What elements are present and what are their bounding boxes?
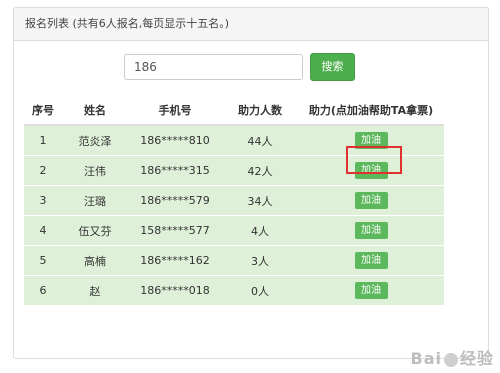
table-row: 1 范炎泽 186*****810 44人 加油: [24, 124, 444, 156]
row-phone: 186*****810: [128, 124, 222, 156]
row-phone: 186*****162: [128, 245, 222, 276]
search-row: 搜索: [14, 52, 488, 82]
row-boost-count: 34人: [222, 185, 298, 216]
row-boost-count: 3人: [222, 245, 298, 276]
row-name: 赵: [62, 275, 128, 305]
row-phone: 158*****577: [128, 215, 222, 246]
row-action-cell: 加油: [298, 124, 444, 156]
table-row: 3 汪璐 186*****579 34人 加油: [24, 185, 444, 216]
paw-icon: [443, 352, 458, 367]
row-index: 4: [24, 215, 62, 246]
boost-button[interactable]: 加油: [354, 222, 388, 239]
boost-button[interactable]: 加油: [354, 132, 388, 149]
row-boost-count: 42人: [222, 155, 298, 186]
row-action-cell: 加油: [298, 275, 444, 305]
row-index: 1: [24, 124, 62, 156]
row-action-cell: 加油: [298, 245, 444, 276]
row-phone: 186*****018: [128, 275, 222, 305]
row-phone: 186*****315: [128, 155, 222, 186]
table-row: 6 赵 186*****018 0人 加油: [24, 275, 444, 305]
row-name: 高楠: [62, 245, 128, 276]
row-index: 5: [24, 245, 62, 276]
table-row: 2 汪伟 186*****315 42人 加油: [24, 155, 444, 186]
watermark: Bai 经验: [411, 345, 495, 369]
row-name: 汪伟: [62, 155, 128, 186]
table-row: 5 高楠 186*****162 3人 加油: [24, 245, 444, 276]
row-boost-count: 44人: [222, 124, 298, 156]
row-action-cell: 加油: [298, 185, 444, 216]
row-name: 范炎泽: [62, 124, 128, 156]
row-action-cell: 加油: [298, 155, 444, 186]
row-name: 汪璐: [62, 185, 128, 216]
search-input[interactable]: [124, 54, 303, 80]
signup-list-panel: 报名列表 (共有6人报名,每页显示十五名。) 搜索 序号 姓名 手机号 助力人数…: [13, 7, 489, 359]
signup-table: 序号 姓名 手机号 助力人数 助力(点加油帮助TA拿票) 1 范炎泽 186**…: [24, 96, 444, 305]
col-header-phone: 手机号: [128, 96, 222, 126]
row-index: 2: [24, 155, 62, 186]
boost-button[interactable]: 加油: [354, 252, 388, 269]
col-header-name: 姓名: [62, 96, 128, 126]
search-button[interactable]: 搜索: [310, 53, 355, 81]
boost-button[interactable]: 加油: [354, 162, 388, 179]
col-header-boost-count: 助力人数: [222, 96, 298, 126]
watermark-text-left: Bai: [410, 349, 442, 368]
boost-button[interactable]: 加油: [354, 282, 388, 299]
table-header-row: 序号 姓名 手机号 助力人数 助力(点加油帮助TA拿票): [24, 96, 444, 126]
row-boost-count: 0人: [222, 275, 298, 305]
col-header-index: 序号: [24, 96, 62, 126]
row-index: 3: [24, 185, 62, 216]
panel-heading: 报名列表 (共有6人报名,每页显示十五名。): [14, 8, 488, 41]
row-index: 6: [24, 275, 62, 305]
row-action-cell: 加油: [298, 215, 444, 246]
row-name: 伍又芬: [62, 215, 128, 246]
watermark-text-right: 经验: [459, 349, 494, 368]
row-boost-count: 4人: [222, 215, 298, 246]
boost-button[interactable]: 加油: [354, 192, 388, 209]
table-row: 4 伍又芬 158*****577 4人 加油: [24, 215, 444, 246]
row-phone: 186*****579: [128, 185, 222, 216]
col-header-boost-action: 助力(点加油帮助TA拿票): [298, 96, 444, 126]
